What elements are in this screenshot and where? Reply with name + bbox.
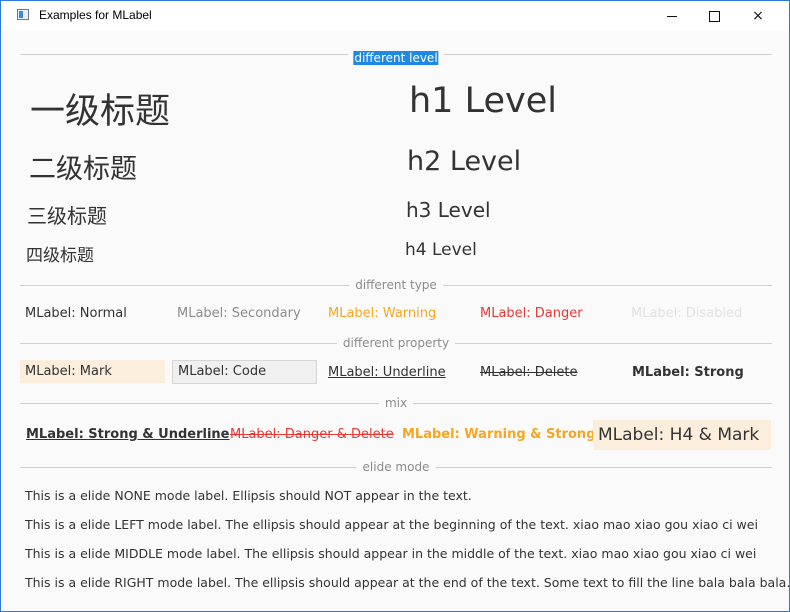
cn-h1-label: 一级标题 [30, 92, 171, 132]
h4-mark-label: MLabel: H4 & Mark [593, 420, 771, 450]
danger-label: MLabel: Danger [480, 306, 583, 321]
divider-type: different type [20, 278, 772, 292]
maximize-icon [708, 10, 720, 22]
cn-h2-label: 二级标题 [29, 154, 137, 185]
mark-label: MLabel: Mark [20, 360, 165, 383]
minimize-button[interactable] [649, 1, 695, 31]
strong-label: MLabel: Strong [632, 365, 744, 380]
elide-none-label: This is a elide NONE mode label. Ellipsi… [25, 488, 472, 503]
minimize-icon [667, 15, 677, 17]
strong-underline-label: MLabel: Strong & Underline [26, 427, 230, 442]
elide-left-label: This is a elide LEFT mode label. The ell… [25, 517, 758, 532]
divider-mix: mix [20, 396, 772, 410]
warning-strong-label: MLabel: Warning & Strong [402, 427, 596, 442]
app-icon [17, 9, 29, 20]
window-title: Examples for MLabel [39, 8, 152, 22]
code-label: MLabel: Code [172, 360, 317, 384]
divider-elide: elide mode [20, 460, 772, 474]
close-icon: × [752, 8, 764, 24]
cn-h3-label: 三级标题 [27, 204, 107, 228]
secondary-label: MLabel: Secondary [177, 306, 301, 321]
maximize-button[interactable] [691, 1, 737, 31]
app-window: Examples for MLabel × different level 一级… [0, 0, 790, 612]
underline-label: MLabel: Underline [328, 365, 446, 380]
en-h3-label: h3 Level [406, 198, 491, 222]
divider-label-property: different property [336, 336, 456, 350]
en-h4-label: h4 Level [405, 240, 477, 260]
divider-label-type: different type [349, 278, 443, 292]
divider-property: different property [20, 336, 772, 350]
disabled-label: MLabel: Disabled [631, 306, 743, 321]
normal-label: MLabel: Normal [25, 306, 127, 321]
warning-label: MLabel: Warning [328, 306, 437, 321]
divider-label-level[interactable]: different level [353, 51, 439, 65]
cn-h4-label: 四级标题 [26, 246, 94, 266]
close-button[interactable]: × [735, 1, 781, 31]
en-h1-label: h1 Level [409, 81, 557, 121]
elide-right-label: This is a elide RIGHT mode label. The el… [25, 575, 790, 590]
elide-middle-label: This is a elide MIDDLE mode label. The e… [25, 546, 757, 561]
danger-delete-label: MLabel: Danger & Delete [230, 427, 394, 442]
divider-label-mix: mix [378, 396, 414, 410]
divider-level: different level [20, 47, 772, 66]
title-bar[interactable]: Examples for MLabel × [1, 1, 789, 31]
divider-label-elide: elide mode [356, 460, 436, 474]
en-h2-label: h2 Level [407, 146, 522, 177]
delete-label: MLabel: Delete [480, 365, 578, 380]
